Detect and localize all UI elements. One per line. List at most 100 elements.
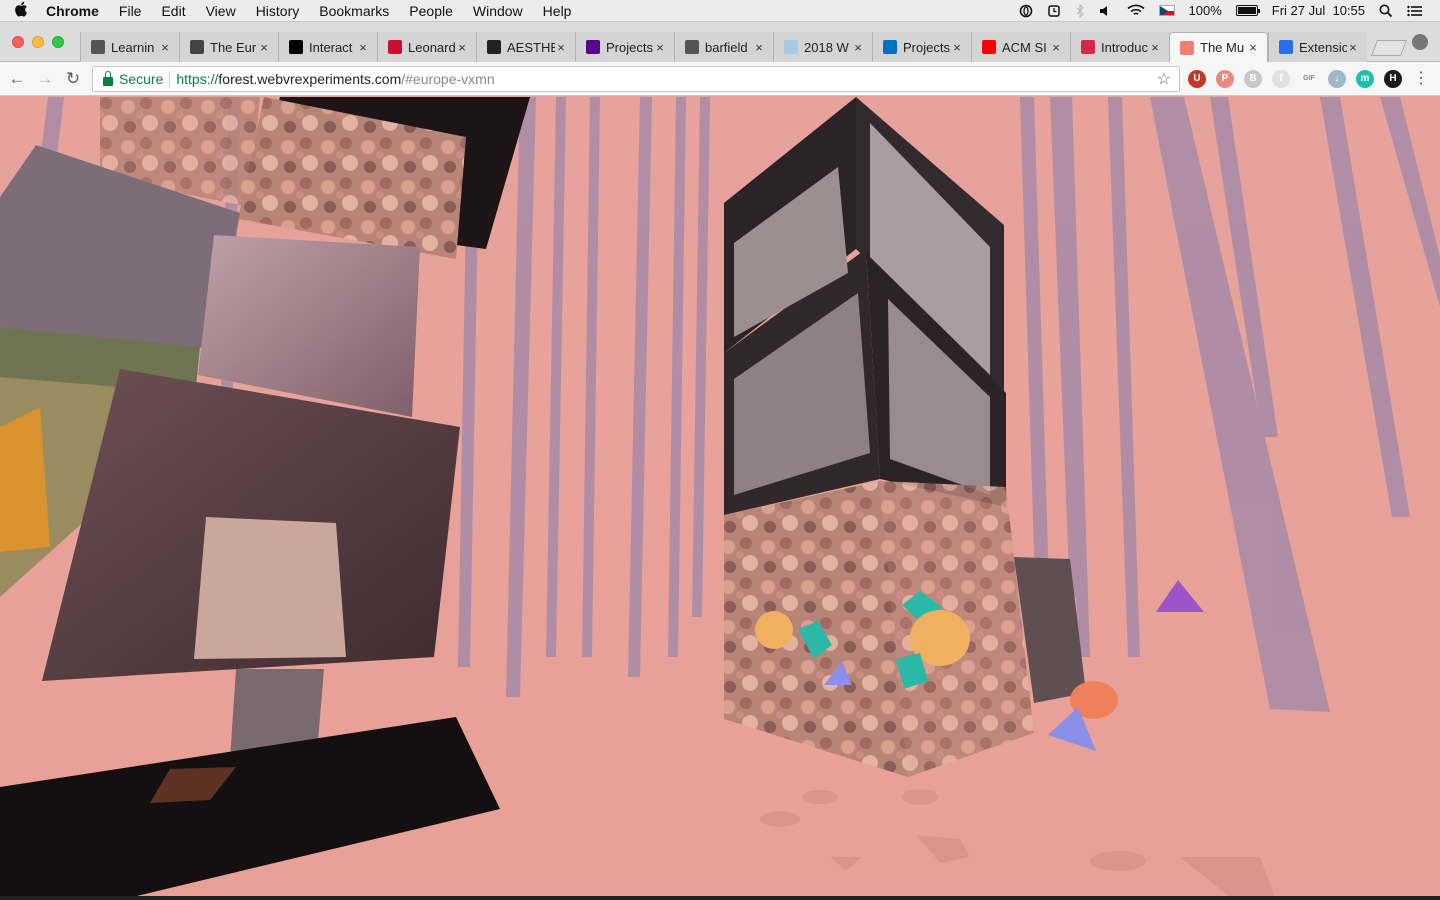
tree-shadows <box>760 789 1275 897</box>
secure-label[interactable]: Secure <box>119 71 163 87</box>
tab-8[interactable]: Projects × <box>872 32 971 62</box>
itp-icon <box>586 40 600 54</box>
alarm-icon[interactable] <box>1040 0 1068 22</box>
b-icon[interactable]: B <box>1244 70 1262 88</box>
download-icon[interactable]: ↓ <box>1328 70 1346 88</box>
wifi-icon[interactable] <box>1120 0 1152 22</box>
tab-12[interactable]: Extensio × <box>1268 32 1367 62</box>
menu-people[interactable]: People <box>399 0 463 22</box>
close-tab-icon[interactable]: × <box>753 40 765 55</box>
pinterest-icon[interactable]: P <box>1216 70 1234 88</box>
menu-window[interactable]: Window <box>463 0 533 22</box>
scene-bottom-edge <box>0 896 1440 900</box>
close-tab-icon[interactable]: × <box>1247 40 1259 55</box>
minimize-window-button[interactable] <box>32 36 44 48</box>
a-icon <box>1081 40 1095 54</box>
close-tab-icon[interactable]: × <box>1050 40 1062 55</box>
close-tab-icon[interactable]: × <box>951 40 963 55</box>
tab-0[interactable]: Learnin × <box>80 32 179 62</box>
tab-1[interactable]: The Eur × <box>179 32 278 62</box>
site-icon <box>190 40 204 54</box>
tab-4[interactable]: AESTHE × <box>476 32 575 62</box>
close-tab-icon[interactable]: × <box>456 40 468 55</box>
tab-title: 2018 W <box>804 39 849 55</box>
tab-11[interactable]: The Mu × <box>1169 32 1268 62</box>
opera-icon[interactable] <box>1012 0 1040 22</box>
square-icon <box>289 40 303 54</box>
bluetooth-icon[interactable] <box>1068 0 1092 22</box>
battery-percentage: 100% <box>1188 3 1222 18</box>
close-tab-icon[interactable]: × <box>1347 40 1359 55</box>
photo-cluster-left <box>0 97 530 900</box>
doc-icon <box>91 40 105 54</box>
menu-view[interactable]: View <box>196 0 246 22</box>
menu-file[interactable]: File <box>109 0 152 22</box>
puzzle-icon <box>1279 40 1293 54</box>
spotlight-search-icon[interactable] <box>1372 0 1400 22</box>
zoom-window-button[interactable] <box>52 36 64 48</box>
close-tab-icon[interactable]: × <box>1149 40 1161 55</box>
tab-2[interactable]: Interact × <box>278 32 377 62</box>
close-tab-icon[interactable]: × <box>555 40 567 55</box>
lock-icon[interactable] <box>103 70 113 86</box>
omnibox-divider <box>169 71 171 87</box>
intel-icon <box>883 40 897 54</box>
tabs-container: Learnin × The Eur × Interact × Leonard × AESTHE ×… <box>80 32 1367 62</box>
tab-7[interactable]: 2018 W × <box>773 32 872 62</box>
address-bar[interactable]: Secure https:// forest.webvrexperiments.… <box>92 66 1180 92</box>
menu-edit[interactable]: Edit <box>151 0 195 22</box>
url-scheme: https:// <box>176 71 219 87</box>
tab-title: Interact <box>309 39 353 55</box>
tab-title: The Eur <box>210 39 257 55</box>
reload-icon[interactable]: ↻ <box>62 68 84 90</box>
tab-5[interactable]: Projects × <box>575 32 674 62</box>
forest-icon <box>1180 40 1194 55</box>
l-icon <box>388 40 402 54</box>
youtube-icon <box>982 40 996 54</box>
tab-title: Projects <box>903 39 950 55</box>
webvr-canvas[interactable] <box>0 97 1440 900</box>
close-tab-icon[interactable]: × <box>258 40 270 55</box>
tab-10[interactable]: Introduc × <box>1070 32 1169 62</box>
tab-3[interactable]: Leonard × <box>377 32 476 62</box>
battery-icon[interactable] <box>1229 0 1265 22</box>
forward-arrow-icon[interactable]: → <box>34 68 56 90</box>
tab-title: Extensio <box>1299 39 1347 55</box>
close-tab-icon[interactable]: × <box>852 40 864 55</box>
chrome-menu-icon[interactable]: ⋮ <box>1410 68 1432 90</box>
bookmark-star-icon[interactable]: ☆ <box>1157 69 1171 89</box>
menu-history[interactable]: History <box>246 0 310 22</box>
three-icon <box>487 40 501 54</box>
czech-flag-icon[interactable] <box>1152 0 1182 22</box>
tab-6[interactable]: barfield × <box>674 32 773 62</box>
h-icon[interactable]: H <box>1384 70 1402 88</box>
tab-title: Leonard <box>408 39 456 55</box>
apple-menu-icon[interactable] <box>0 1 42 21</box>
profile-avatar-icon[interactable] <box>1412 34 1428 50</box>
notification-center-icon[interactable] <box>1400 0 1430 22</box>
clock[interactable]: Fri 27 Jul 10:55 <box>1265 0 1372 22</box>
window-controls <box>12 36 64 48</box>
new-tab-button[interactable] <box>1371 40 1407 56</box>
stop-gif-icon[interactable]: GIF <box>1300 70 1318 88</box>
m-icon[interactable]: m <box>1356 70 1374 88</box>
tab-title: The Mu <box>1200 40 1245 55</box>
menu-bookmarks[interactable]: Bookmarks <box>309 0 399 22</box>
close-window-button[interactable] <box>12 36 24 48</box>
tab-title: Learnin <box>111 39 155 55</box>
tab-9[interactable]: ACM SI × <box>971 32 1070 62</box>
close-tab-icon[interactable]: × <box>357 40 369 55</box>
mac-menubar: Chrome File Edit View History Bookmarks … <box>0 0 1440 22</box>
volume-icon[interactable] <box>1092 0 1120 22</box>
doc-icon <box>685 40 699 54</box>
ublock-icon[interactable]: U <box>1188 70 1206 88</box>
tab-title: barfield <box>705 39 748 55</box>
close-tab-icon[interactable]: × <box>159 40 171 55</box>
url-host: forest.webvrexperiments.com <box>218 71 402 87</box>
back-arrow-icon[interactable]: ← <box>6 68 28 90</box>
menu-app-name[interactable]: Chrome <box>42 0 109 22</box>
menu-help[interactable]: Help <box>533 0 582 22</box>
close-tab-icon[interactable]: × <box>654 40 666 55</box>
tab-title: Projects <box>606 39 653 55</box>
f-icon[interactable]: f <box>1272 70 1290 88</box>
